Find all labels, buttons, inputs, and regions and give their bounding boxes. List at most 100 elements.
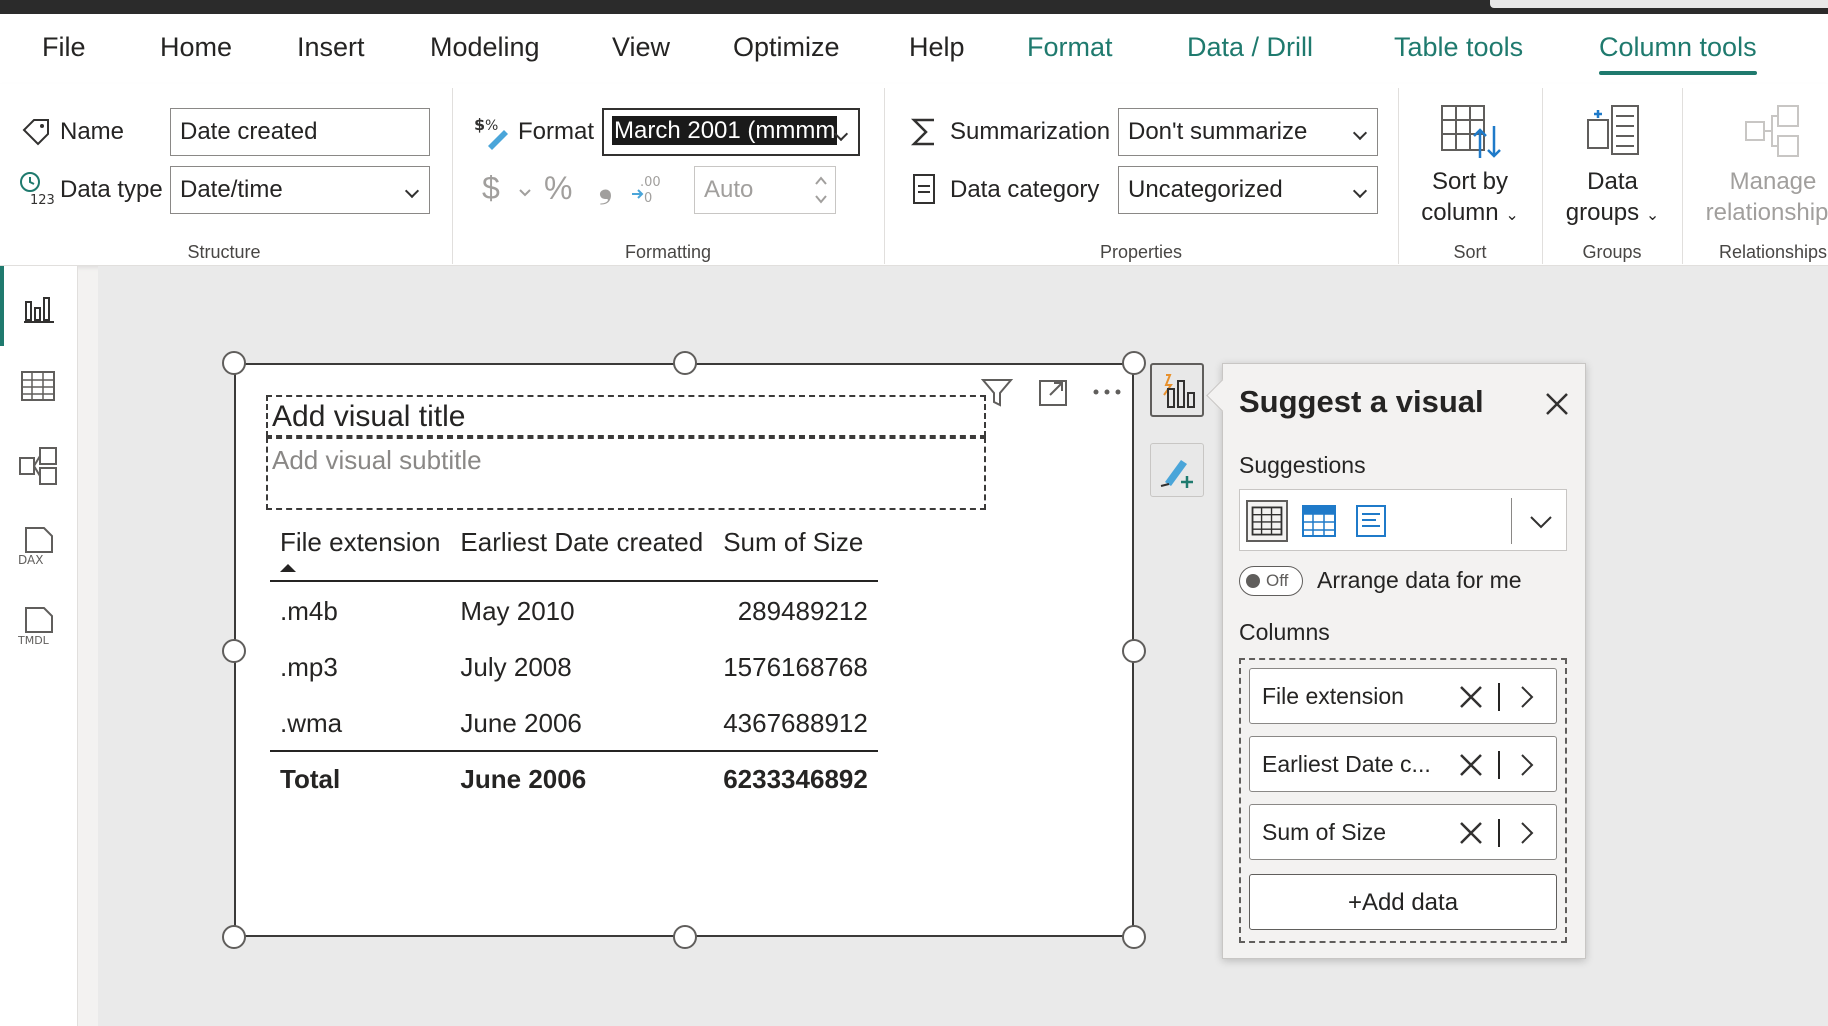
tab-data-drill[interactable]: Data / Drill — [1187, 32, 1313, 63]
data-type-dropdown[interactable]: Date/time — [170, 166, 430, 214]
decrease-decimal-icon[interactable]: .000 — [630, 172, 666, 204]
formatting-group-label: Formatting — [624, 242, 712, 262]
resize-handle-top[interactable] — [673, 351, 697, 375]
multi-row-card-icon[interactable] — [1350, 500, 1392, 542]
resize-handle-bottom-right[interactable] — [1122, 925, 1146, 949]
more-options-icon[interactable] — [1090, 375, 1124, 409]
group-divider — [884, 88, 885, 264]
chevron-right-icon[interactable] — [1514, 820, 1540, 846]
resize-handle-top-right[interactable] — [1122, 351, 1146, 375]
data-type-icon: 123 — [20, 172, 54, 206]
tab-help[interactable]: Help — [909, 32, 965, 63]
tab-home[interactable]: Home — [160, 32, 232, 63]
resize-handle-left[interactable] — [222, 639, 246, 663]
chevron-down-icon[interactable] — [518, 188, 532, 198]
summarization-dropdown[interactable]: Don't summarize — [1118, 108, 1378, 156]
chevron-down-icon: ⌄ — [1505, 207, 1519, 224]
ribbon-tabs: File Home Insert Modeling View Optimize … — [0, 14, 1828, 84]
resize-handle-right[interactable] — [1122, 639, 1146, 663]
group-divider — [1542, 88, 1543, 264]
report-view-icon[interactable] — [18, 288, 58, 328]
column-header[interactable]: Sum of Size — [713, 515, 878, 582]
filter-icon[interactable] — [980, 375, 1014, 409]
format-dropdown[interactable]: March 2001 (mmmm — [602, 108, 860, 156]
data-groups-icon — [1587, 105, 1639, 155]
tab-file[interactable]: File — [42, 32, 86, 63]
model-view-icon[interactable] — [18, 446, 58, 486]
resize-handle-top-left[interactable] — [222, 351, 246, 375]
column-header[interactable]: File extension — [270, 515, 451, 582]
percent-button[interactable]: % — [544, 170, 572, 207]
table-row[interactable]: .mp3 July 2008 1576168768 — [270, 638, 878, 694]
properties-group-label: Properties — [1099, 242, 1183, 262]
field-well-item[interactable]: Earliest Date c... — [1249, 736, 1557, 792]
table-view-icon[interactable] — [18, 366, 58, 406]
tmdl-view-icon[interactable]: TMDL — [18, 606, 58, 646]
toggle-state: Off — [1266, 571, 1289, 590]
tab-view[interactable]: View — [612, 32, 670, 63]
chevron-down-icon[interactable] — [1527, 508, 1555, 536]
table-row[interactable]: .m4b May 2010 289489212 — [270, 581, 878, 638]
total-row: Total June 2006 6233346892 — [270, 750, 878, 806]
chevron-right-icon[interactable] — [1514, 684, 1540, 710]
table-visual[interactable]: Add visual title Add visual subtitle Fil… — [234, 363, 1134, 937]
currency-button[interactable]: $ — [482, 170, 500, 207]
visual-title-placeholder[interactable]: Add visual title — [266, 395, 986, 437]
groups-group-label: Groups — [1582, 242, 1642, 262]
tab-format[interactable]: Format — [1027, 32, 1113, 63]
group-divider — [452, 88, 453, 264]
relationships-group-label: Relationships — [1718, 242, 1828, 262]
total-cell: June 2006 — [450, 750, 714, 806]
remove-field-icon[interactable] — [1458, 684, 1484, 710]
suggest-visual-button[interactable] — [1150, 363, 1204, 417]
column-header[interactable]: Earliest Date created — [450, 515, 714, 582]
tab-modeling[interactable]: Modeling — [430, 32, 540, 63]
column-header-label: Sum of Size — [723, 527, 864, 557]
format-visual-button[interactable] — [1150, 443, 1204, 497]
divider — [1498, 819, 1500, 847]
close-icon[interactable] — [1543, 390, 1571, 418]
comma-button[interactable]: ❟ — [598, 164, 613, 207]
name-label: Name — [60, 118, 125, 145]
table-cell: June 2006 — [460, 708, 582, 738]
table-cell: .wma — [280, 708, 343, 738]
remove-field-icon[interactable] — [1458, 820, 1484, 846]
tab-insert[interactable]: Insert — [297, 32, 365, 63]
chevron-right-icon[interactable] — [1514, 752, 1540, 778]
dax-query-view-icon[interactable]: DAX — [18, 526, 58, 566]
table-visual-icon[interactable] — [1246, 500, 1288, 542]
arrange-data-toggle[interactable]: Off — [1239, 566, 1303, 596]
tab-table-tools[interactable]: Table tools — [1394, 32, 1523, 63]
sort-label-line2: column — [1421, 199, 1499, 226]
name-field[interactable]: Date created — [170, 108, 430, 156]
format-brush-icon — [1160, 460, 1193, 488]
add-data-button[interactable]: +Add data — [1249, 874, 1557, 930]
svg-text:123: 123 — [30, 193, 54, 206]
table-cell: 1576168768 — [723, 652, 868, 682]
active-view-indicator — [0, 266, 4, 346]
focus-mode-icon[interactable] — [1036, 375, 1070, 409]
suggestions-label: Suggestions — [1239, 452, 1366, 478]
resize-handle-bottom-left[interactable] — [222, 925, 246, 949]
sigma-icon — [910, 118, 934, 146]
visual-subtitle-placeholder[interactable]: Add visual subtitle — [266, 437, 986, 510]
sort-by-column-icon — [1441, 105, 1501, 158]
table-row[interactable]: .wma June 2006 4367688912 — [270, 694, 878, 751]
field-well-item[interactable]: File extension — [1249, 668, 1557, 724]
search-box[interactable] — [1490, 0, 1828, 8]
suggest-visual-icon — [1163, 374, 1195, 408]
group-divider — [1398, 88, 1399, 264]
spinner-icon[interactable] — [814, 172, 828, 208]
field-well-item[interactable]: Sum of Size — [1249, 804, 1557, 860]
divider — [1498, 751, 1500, 779]
suggest-visual-panel: Suggest a visual Suggestions Off Arrange… — [1222, 363, 1586, 959]
remove-field-icon[interactable] — [1458, 752, 1484, 778]
data-type-label: Data type — [60, 176, 163, 203]
chevron-down-icon: ⌄ — [1645, 207, 1660, 224]
tab-optimize[interactable]: Optimize — [733, 32, 840, 63]
matrix-visual-icon[interactable] — [1298, 500, 1340, 542]
column-header-label: File extension — [280, 527, 441, 557]
tab-column-tools[interactable]: Column tools — [1599, 32, 1757, 75]
data-category-dropdown[interactable]: Uncategorized — [1118, 166, 1378, 214]
resize-handle-bottom[interactable] — [673, 925, 697, 949]
